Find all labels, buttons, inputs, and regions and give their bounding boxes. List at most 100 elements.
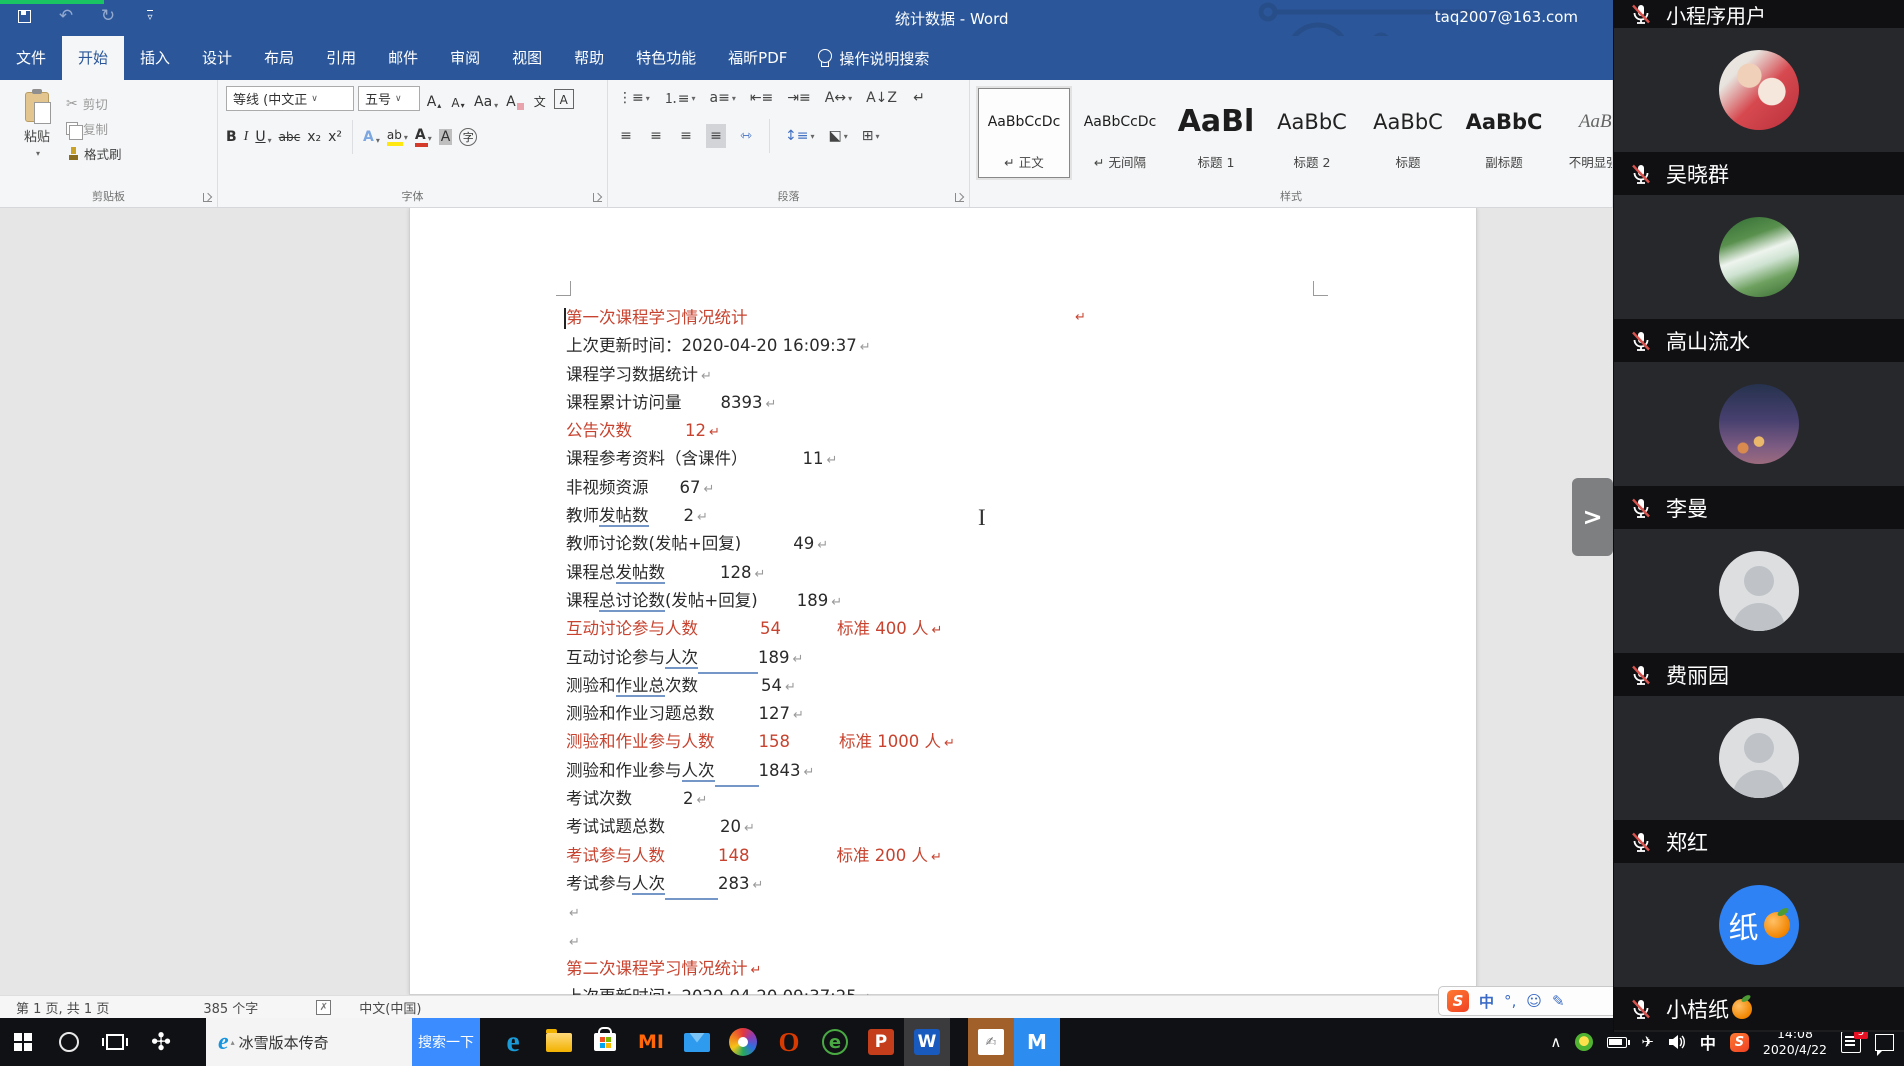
taskbar-search-button[interactable]: 搜索一下 [412,1018,480,1066]
clipboard-dialog-launcher[interactable] [203,193,212,202]
start-button[interactable] [0,1018,46,1066]
style-card-无间隔[interactable]: AaBbCcDc↵ 无间隔 [1074,88,1166,178]
participant-name-bar[interactable]: 高山流水 [1614,319,1904,362]
participant-video-tile[interactable] [1614,696,1904,820]
sogou-logo-icon[interactable]: S [1447,990,1469,1012]
document-line[interactable]: 互动讨论参与人数54标准 400 人↵ [566,615,1466,643]
customize-qat-icon[interactable]: ▿ [140,5,160,27]
numbering-button[interactable]: ⒈≡▾ [662,86,698,110]
align-right-button[interactable]: ≡ [676,124,696,148]
taskbar-app-office[interactable]: O [766,1018,812,1066]
notification-icon[interactable]: 5 [1841,1031,1861,1053]
save-icon[interactable] [14,5,34,27]
undo-icon[interactable]: ↶ [56,5,76,27]
taskbar-search-box[interactable]: e ▴ 冰雪版本传奇 搜索一下 [206,1018,480,1066]
document-line[interactable]: 第一次课程学习情况统计↵ [566,304,1466,332]
align-left-button[interactable]: ≡ [616,124,636,148]
word-count[interactable]: 385 个字 [191,998,270,1017]
clear-formatting-button[interactable]: A [504,87,526,111]
taskbar-app-mi[interactable]: MI [628,1018,674,1066]
document-line[interactable]: 互动讨论参与人次189↵ [566,644,1466,672]
taskbar-app-mail[interactable] [674,1018,720,1066]
participant-video-tile[interactable]: 纸 [1614,863,1904,987]
document-line[interactable]: 考试试题总数20↵ [566,813,1466,841]
phonetic-guide-button[interactable]: 文 [530,87,550,111]
enclose-characters-button[interactable]: 字 [459,128,477,146]
shading-button[interactable]: ⬕▾ [826,124,849,148]
taskbar-app-powerpoint[interactable]: P [858,1018,904,1066]
style-card-标题2[interactable]: AaBbC标题 2 [1266,88,1358,178]
tray-battery-manager-icon[interactable] [1575,1033,1593,1051]
airplane-mode-icon[interactable]: ✈ [1641,1033,1654,1051]
show-marks-button[interactable]: ↵ [909,86,929,110]
document-line[interactable]: 测验和作业参与人次1843↵ [566,757,1466,785]
taskbar-app-word-active[interactable]: W [904,1018,950,1066]
document-line[interactable]: 课程总讨论数(发帖+回复)189↵ [566,587,1466,615]
participant-video-tile[interactable] [1614,529,1904,653]
sidebar-collapse-button[interactable]: > [1572,478,1613,556]
increase-indent-button[interactable]: ⇥≡ [785,86,812,110]
text-effects-button[interactable]: A▾ [363,129,380,145]
style-card-副标题[interactable]: AaBbC副标题 [1458,88,1550,178]
tab-文件[interactable]: 文件 [0,36,62,80]
redo-icon[interactable]: ↻ [98,5,118,27]
participant-video-tile[interactable] [1614,195,1904,319]
document-line[interactable]: 课程学习数据统计↵ [566,361,1466,389]
font-name-combo[interactable]: 等线 (中文正∨ [226,86,354,111]
tab-插入[interactable]: 插入 [124,36,186,80]
pinwheel-app-button[interactable]: ✣ [138,1018,184,1066]
taskbar-app-store[interactable] [582,1018,628,1066]
subscript-button[interactable]: x₂ [307,129,321,145]
emoji-button[interactable]: ☺ [1526,992,1542,1010]
taskbar-app-green-browser[interactable]: e [812,1018,858,1066]
bold-button[interactable]: B [226,129,237,145]
document-line[interactable]: 公告次数12↵ [566,417,1466,445]
document-line[interactable]: 测验和作业总次数54↵ [566,672,1466,700]
font-color-button[interactable]: A▾ [415,127,432,147]
highlight-color-button[interactable]: ab▾ [387,128,408,146]
bullets-button[interactable]: ⋮≡▾ [616,86,652,110]
taskbar-app-browser360[interactable] [720,1018,766,1066]
document-page[interactable]: 第一次课程学习情况统计↵上次更新时间：2020-04-20 16:09:37↵课… [409,208,1477,995]
style-card-标题[interactable]: AaBbC标题 [1362,88,1454,178]
style-card-标题1[interactable]: AaBl标题 1 [1170,88,1262,178]
tab-视图[interactable]: 视图 [496,36,558,80]
participant-video-tile[interactable] [1614,28,1904,152]
style-card-不明显强调[interactable]: AaBb不明显强调 [1554,88,1613,178]
copy-button[interactable]: 复制 [66,119,122,138]
taskbar-search-text[interactable]: 冰雪版本传奇 [239,1032,412,1053]
character-border-button[interactable]: A [554,89,574,109]
tab-特色功能[interactable]: 特色功能 [620,36,712,80]
tab-开始[interactable]: 开始 [62,36,124,80]
taskbar-app-explorer[interactable] [536,1018,582,1066]
document-line[interactable]: 教师讨论数(发帖+回复)49↵ [566,530,1466,558]
asian-layout-button[interactable]: A↔▾ [823,86,854,110]
document-line[interactable]: 课程参考资料（含课件）11↵ [566,445,1466,473]
participant-name-bar[interactable]: 小程序用户 [1614,0,1904,28]
ime-mode-toggle[interactable]: 中 [1479,991,1494,1012]
taskbar-app-edge[interactable]: e [490,1018,536,1066]
document-line[interactable]: 上次更新时间：2020-04-20 16:09:37↵ [566,332,1466,360]
justify-button[interactable]: ≡ [706,124,726,148]
align-center-button[interactable]: ≡ [646,124,666,148]
cortana-button[interactable] [46,1018,92,1066]
document-line[interactable]: 考试参与人数148标准 200 人↵ [566,842,1466,870]
decrease-indent-button[interactable]: ⇤≡ [748,86,775,110]
character-shading-button[interactable]: A [439,129,453,145]
superscript-button[interactable]: x² [328,129,342,145]
format-painter-button[interactable]: 格式刷 [66,144,122,163]
strikethrough-button[interactable]: abc [279,130,301,144]
font-size-combo[interactable]: 五号∨ [358,86,420,111]
tab-邮件[interactable]: 邮件 [372,36,434,80]
underline-button[interactable]: U▾ [255,129,271,145]
font-dialog-launcher[interactable] [593,193,602,202]
tab-福昕PDF[interactable]: 福昕PDF [712,36,803,80]
ime-indicator[interactable]: 中 [1700,1030,1716,1054]
grow-font-button[interactable]: A▴ [424,87,444,111]
tab-布局[interactable]: 布局 [248,36,310,80]
document-line[interactable]: 测验和作业习题总数127↵ [566,700,1466,728]
taskbar-app-meeting[interactable]: M [1014,1018,1060,1066]
taskbar-app-orange[interactable]: ✍ [968,1018,1014,1066]
proofing-status-icon[interactable]: ✗ [316,1000,331,1015]
document-area[interactable]: 第一次课程学习情况统计↵上次更新时间：2020-04-20 16:09:37↵课… [0,208,1613,995]
